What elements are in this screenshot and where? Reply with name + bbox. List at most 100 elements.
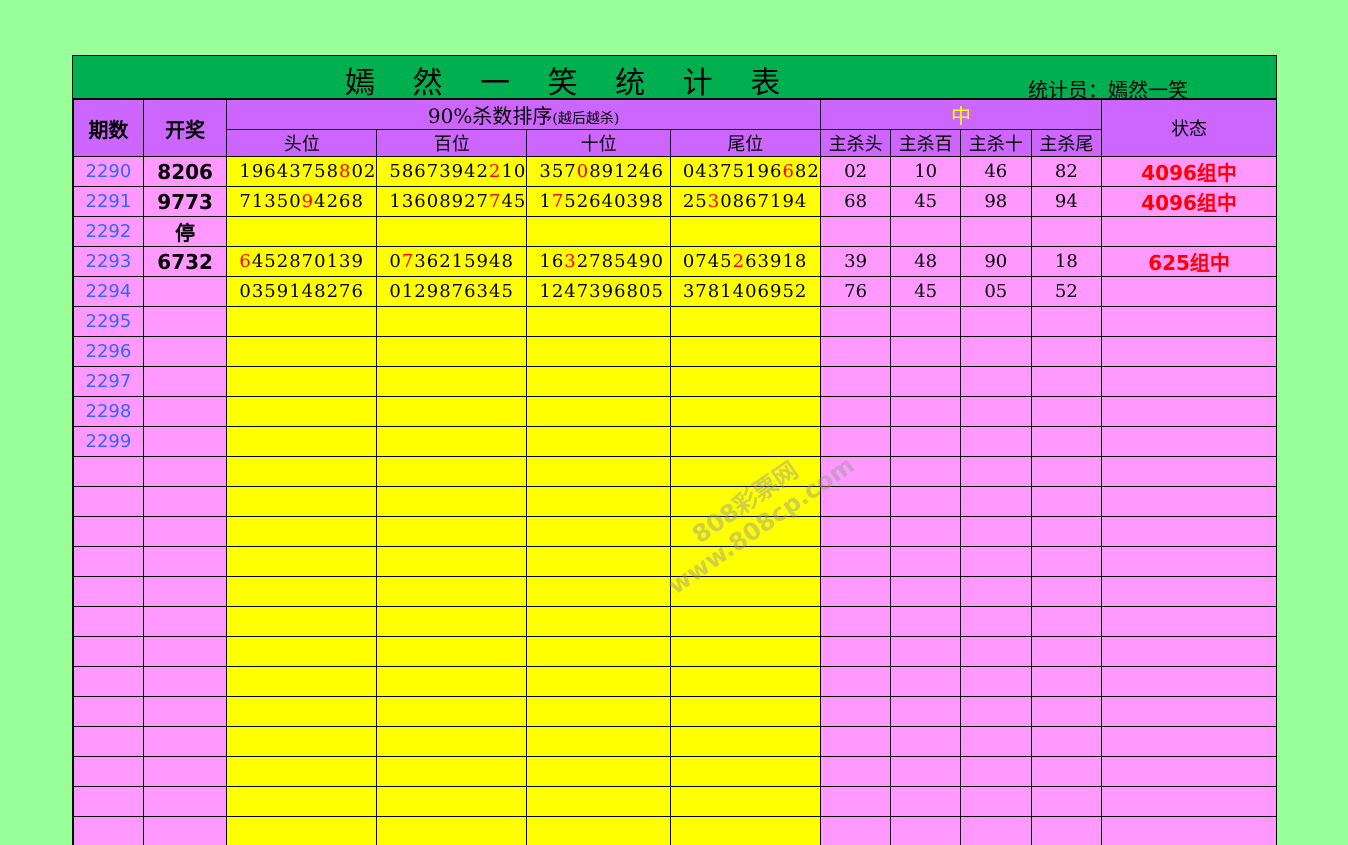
title-bar: 嫣 然 一 笑 统 计 表 统计员：嫣然一笑 bbox=[73, 56, 1277, 99]
kill-tail-cell bbox=[1031, 397, 1102, 427]
status-cell bbox=[1102, 337, 1277, 367]
statistician-label: 统计员：嫣然一笑 bbox=[1028, 74, 1188, 103]
pos-tail-cell bbox=[670, 397, 820, 427]
empty-cell bbox=[670, 787, 820, 817]
header-pos-tail: 尾位 bbox=[670, 130, 820, 157]
kill-ten-cell: 98 bbox=[961, 187, 1032, 217]
empty-cell bbox=[527, 547, 670, 577]
empty-cell bbox=[227, 637, 377, 667]
empty-cell bbox=[74, 697, 144, 727]
table-row-empty bbox=[74, 697, 1277, 727]
header-kill-hundred: 主杀百 bbox=[891, 130, 961, 157]
empty-cell bbox=[961, 517, 1032, 547]
empty-cell bbox=[377, 577, 527, 607]
empty-cell bbox=[820, 757, 891, 787]
kill-hundred-cell bbox=[891, 397, 961, 427]
kill-hundred-cell bbox=[891, 427, 961, 457]
status-cell bbox=[1102, 277, 1277, 307]
empty-cell bbox=[820, 637, 891, 667]
empty-cell bbox=[74, 577, 144, 607]
pos-tail-cell: 3781406952 bbox=[670, 277, 820, 307]
empty-cell bbox=[1031, 697, 1102, 727]
empty-cell bbox=[961, 757, 1032, 787]
table-row-empty bbox=[74, 517, 1277, 547]
empty-cell bbox=[1102, 487, 1277, 517]
draw-cell bbox=[143, 307, 227, 337]
kill-hundred-cell: 48 bbox=[891, 247, 961, 277]
header-kill-ten: 主杀十 bbox=[961, 130, 1032, 157]
kill-head-cell: 39 bbox=[820, 247, 891, 277]
empty-cell bbox=[377, 637, 527, 667]
empty-cell bbox=[961, 577, 1032, 607]
empty-cell bbox=[227, 547, 377, 577]
empty-cell bbox=[891, 757, 961, 787]
digits-before: 25 bbox=[683, 191, 708, 212]
pos-hundred-cell bbox=[377, 217, 527, 247]
digit-hit: 7 bbox=[489, 191, 501, 212]
kill-hundred-cell: 45 bbox=[891, 187, 961, 217]
table-row-empty bbox=[74, 547, 1277, 577]
header-pos-ten: 十位 bbox=[527, 130, 670, 157]
table-row: 2299 bbox=[74, 427, 1277, 457]
pos-tail-cell: 0745263918 bbox=[670, 247, 820, 277]
empty-cell bbox=[670, 547, 820, 577]
empty-cell bbox=[143, 757, 227, 787]
table-row-empty bbox=[74, 487, 1277, 517]
pos-head-cell: 6452870139 bbox=[227, 247, 377, 277]
empty-cell bbox=[227, 667, 377, 697]
period-cell: 2291 bbox=[74, 187, 144, 217]
pos-hundred-cell: 0736215948 bbox=[377, 247, 527, 277]
pos-ten-cell bbox=[527, 427, 670, 457]
header-status: 状态 bbox=[1102, 100, 1277, 157]
table-row-empty bbox=[74, 787, 1277, 817]
pos-ten-cell bbox=[527, 337, 670, 367]
pos-hundred-cell bbox=[377, 307, 527, 337]
status-cell bbox=[1102, 367, 1277, 397]
spreadsheet: 嫣 然 一 笑 统 计 表 统计员：嫣然一笑 期数 开奖 90%杀数排序(越后越… bbox=[72, 55, 1277, 845]
pos-tail-cell bbox=[670, 427, 820, 457]
empty-cell bbox=[377, 517, 527, 547]
pos-hundred-cell: 0129876345 bbox=[377, 277, 527, 307]
empty-cell bbox=[1031, 817, 1102, 845]
header-pos-head: 头位 bbox=[227, 130, 377, 157]
empty-cell bbox=[74, 517, 144, 547]
draw-cell bbox=[143, 397, 227, 427]
empty-cell bbox=[227, 607, 377, 637]
kill-ten-cell bbox=[961, 217, 1032, 247]
digits-before: 19643758 bbox=[239, 161, 339, 182]
empty-cell bbox=[1102, 547, 1277, 577]
empty-cell bbox=[1102, 457, 1277, 487]
empty-cell bbox=[961, 787, 1032, 817]
empty-cell bbox=[74, 547, 144, 577]
empty-cell bbox=[891, 457, 961, 487]
pos-head-cell: 7135094268 bbox=[227, 187, 377, 217]
kill-head-cell bbox=[820, 427, 891, 457]
kill-head-cell bbox=[820, 397, 891, 427]
table-row: 2296 bbox=[74, 337, 1277, 367]
table-row: 2295 bbox=[74, 307, 1277, 337]
kill-tail-cell bbox=[1031, 217, 1102, 247]
empty-cell bbox=[527, 637, 670, 667]
empty-cell bbox=[143, 817, 227, 845]
empty-cell bbox=[74, 607, 144, 637]
empty-cell bbox=[74, 757, 144, 787]
header-kill-sort-note: (越后越杀) bbox=[552, 111, 619, 127]
kill-tail-cell bbox=[1031, 367, 1102, 397]
period-cell: 2299 bbox=[74, 427, 144, 457]
header-kill-head: 主杀头 bbox=[820, 130, 891, 157]
empty-cell bbox=[1102, 637, 1277, 667]
empty-cell bbox=[227, 757, 377, 787]
kill-ten-cell bbox=[961, 337, 1032, 367]
empty-cell bbox=[1031, 787, 1102, 817]
kill-hundred-cell bbox=[891, 307, 961, 337]
empty-cell bbox=[670, 577, 820, 607]
period-cell: 2296 bbox=[74, 337, 144, 367]
empty-cell bbox=[143, 667, 227, 697]
empty-cell bbox=[1102, 697, 1277, 727]
kill-hundred-cell bbox=[891, 367, 961, 397]
empty-cell bbox=[1102, 727, 1277, 757]
empty-cell bbox=[820, 487, 891, 517]
empty-cell bbox=[377, 667, 527, 697]
empty-cell bbox=[74, 817, 144, 845]
empty-cell bbox=[891, 727, 961, 757]
